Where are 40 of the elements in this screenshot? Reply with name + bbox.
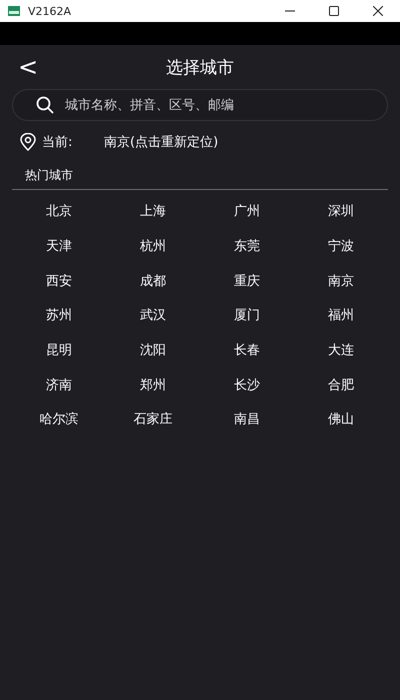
back-button[interactable]: < [14,53,42,81]
city-item[interactable]: 济南 [44,372,74,398]
city-item[interactable]: 沈阳 [138,337,168,364]
relocate-link[interactable]: 南京(点击重新定位) [104,133,218,151]
city-item[interactable]: 南昌 [232,406,262,432]
city-item[interactable]: 福州 [326,302,356,328]
page-title: 选择城市 [166,56,234,78]
city-item[interactable]: 宁波 [326,233,356,260]
city-item[interactable]: 成都 [138,268,168,294]
city-item[interactable]: 厦门 [232,302,262,328]
location-pin-icon [20,133,36,151]
city-item[interactable]: 北京 [44,198,74,224]
window-title: V2162A [28,4,72,18]
city-item[interactable]: 哈尔滨 [38,406,80,432]
search-icon [36,96,54,114]
city-item[interactable]: 石家庄 [132,406,174,432]
city-item[interactable]: 佛山 [326,406,356,432]
search-field[interactable]: 城市名称、拼音、区号、邮编 [12,89,388,121]
city-item[interactable]: 长春 [232,337,262,364]
city-item[interactable]: 苏州 [44,302,74,328]
current-label: 当前: [42,134,74,151]
city-item[interactable]: 大连 [326,337,356,364]
city-item[interactable]: 东莞 [232,233,262,260]
city-item[interactable]: 杭州 [138,233,168,260]
city-item[interactable]: 上海 [138,198,168,224]
city-item[interactable]: 郑州 [138,372,168,398]
city-item[interactable]: 昆明 [44,337,74,364]
section-title: 热门城市 [25,167,74,184]
app-icon [8,6,20,16]
city-item[interactable]: 重庆 [232,268,262,294]
city-item[interactable]: 南京 [326,268,356,294]
maximize-icon [329,6,339,16]
city-item[interactable]: 长沙 [232,372,262,398]
city-item[interactable]: 广州 [232,198,262,224]
close-icon [373,6,383,16]
city-item[interactable]: 合肥 [326,372,356,398]
city-item[interactable]: 西安 [44,268,74,294]
city-item[interactable]: 天津 [44,233,74,260]
city-item[interactable]: 深圳 [326,198,356,224]
city-item[interactable]: 武汉 [138,302,168,328]
